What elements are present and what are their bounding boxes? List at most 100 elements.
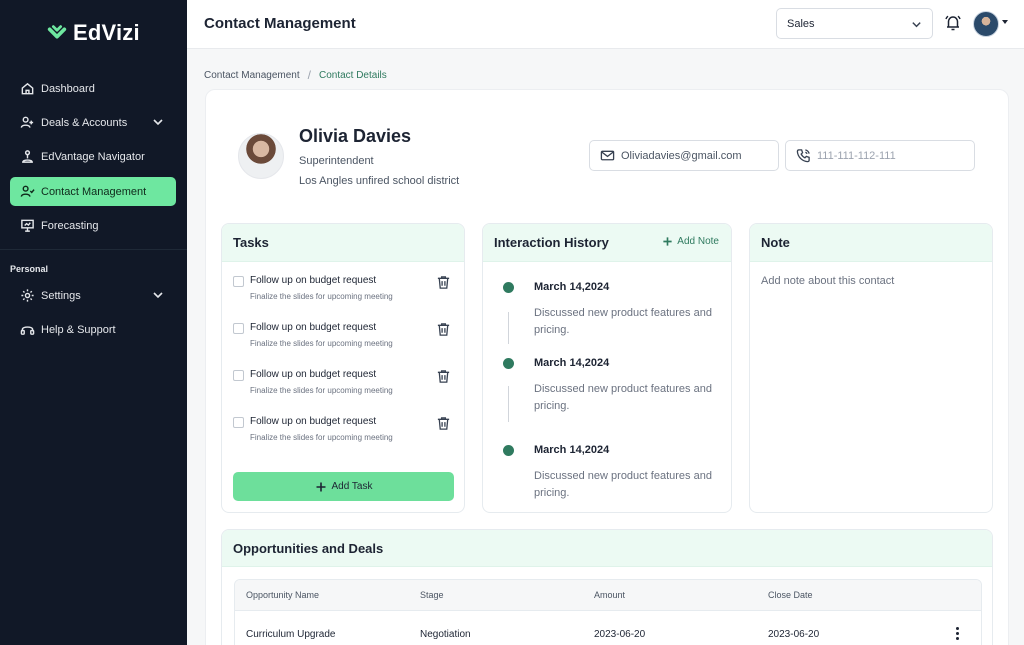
task-checkbox[interactable] <box>233 370 244 381</box>
column-header[interactable]: Amount <box>594 590 625 600</box>
sidebar-item-forecasting[interactable]: Forecasting <box>10 211 176 240</box>
opportunity-name: Curriculum Upgrade <box>246 629 336 640</box>
history-date: March 14,2024 <box>534 444 610 456</box>
logo-check-icon <box>47 25 67 39</box>
mail-icon <box>600 148 615 163</box>
sidebar-item-label: Forecasting <box>41 219 99 232</box>
more-options-icon[interactable] <box>956 627 960 641</box>
timeline-dot <box>503 445 514 456</box>
table-header: Opportunity Name Stage Amount Close Date <box>235 580 981 611</box>
timeline-dot <box>503 358 514 369</box>
timeline-line <box>508 312 509 344</box>
history-text: Discussed new product features and prici… <box>534 383 712 412</box>
bell-icon[interactable] <box>944 14 962 32</box>
contact-role: Superintendent <box>299 155 374 167</box>
column-header[interactable]: Close Date <box>768 590 813 600</box>
interaction-history-panel: Interaction History Add Note March 14,20… <box>482 223 732 513</box>
sidebar-item-dashboard[interactable]: Dashboard <box>10 74 176 103</box>
task-title: Follow up on budget request <box>250 275 377 286</box>
home-icon <box>19 81 35 97</box>
users-icon <box>19 115 35 131</box>
note-panel: Note Add note about this contact <box>749 223 993 513</box>
chevron-down-icon <box>152 116 164 128</box>
section-label-personal: Personal <box>10 264 49 274</box>
opportunity-close-date: 2023-06-20 <box>768 629 820 640</box>
sidebar-item-label: Settings <box>41 289 81 302</box>
tasks-title: Tasks <box>222 224 464 262</box>
contact-icon <box>19 184 35 200</box>
history-date: March 14,2024 <box>534 357 610 369</box>
page-title: Contact Management <box>204 15 356 32</box>
contact-avatar <box>238 133 284 179</box>
add-task-button[interactable]: Add Task <box>233 472 454 501</box>
team-select-value: Sales <box>787 17 815 30</box>
chevron-down-icon <box>152 289 164 301</box>
opportunities-table: Opportunity Name Stage Amount Close Date… <box>234 579 982 645</box>
add-note-button[interactable]: Add Note <box>662 236 719 247</box>
history-text: Discussed new product features and prici… <box>534 470 712 499</box>
sidebar-item-label: EdVantage Navigator <box>41 150 145 163</box>
history-title: Interaction History <box>494 235 609 250</box>
top-header: Contact Management Sales <box>187 0 1024 49</box>
sidebar-item-help-support[interactable]: Help & Support <box>10 315 176 344</box>
sidebar-item-deals-accounts[interactable]: Deals & Accounts <box>10 108 176 137</box>
task-description: Finalize the slides for upcoming meeting <box>250 292 393 301</box>
user-avatar[interactable] <box>973 11 999 37</box>
note-title: Note <box>750 224 992 262</box>
breadcrumb-current: Contact Details <box>318 69 387 81</box>
task-title: Follow up on budget request <box>250 416 377 427</box>
email-value: Oliviadavies@gmail.com <box>621 149 742 162</box>
brand-name: EdVizi <box>73 20 140 45</box>
brand-logo[interactable]: EdVizi <box>46 20 140 46</box>
trash-icon[interactable] <box>436 369 451 384</box>
team-select[interactable]: Sales <box>776 8 933 39</box>
sidebar-item-edvantage-navigator[interactable]: EdVantage Navigator <box>10 142 176 171</box>
phone-field[interactable]: 111-111-112-111 <box>785 140 975 171</box>
sidebar-item-label: Help & Support <box>41 323 116 336</box>
task-checkbox[interactable] <box>233 276 244 287</box>
history-header: Interaction History Add Note <box>483 224 731 262</box>
history-text: Discussed new product features and prici… <box>534 307 712 336</box>
headset-icon <box>19 322 35 338</box>
sidebar-item-label: Deals & Accounts <box>41 116 128 129</box>
task-description: Finalize the slides for upcoming meeting <box>250 339 393 348</box>
column-header[interactable]: Stage <box>420 590 444 600</box>
contact-name: Olivia Davies <box>299 126 412 146</box>
task-title: Follow up on budget request <box>250 369 377 380</box>
add-note-label: Add Note <box>677 236 719 247</box>
table-row[interactable]: Curriculum Upgrade Negotiation 2023-06-2… <box>235 611 981 645</box>
task-title: Follow up on budget request <box>250 322 377 333</box>
gear-icon <box>19 288 35 304</box>
sidebar-item-label: Contact Management <box>41 185 147 198</box>
sidebar: EdVizi Dashboard Deals & Accounts EdVant… <box>0 0 187 645</box>
task-description: Finalize the slides for upcoming meeting <box>250 433 393 442</box>
plus-icon <box>316 482 326 491</box>
navigator-icon <box>19 149 35 165</box>
tasks-panel: Tasks Follow up on budget request Finali… <box>221 223 465 513</box>
sidebar-item-contact-management[interactable]: Contact Management <box>10 177 176 206</box>
opportunities-title: Opportunities and Deals <box>222 530 992 567</box>
task-checkbox[interactable] <box>233 323 244 334</box>
phone-value: 111-111-112-111 <box>817 149 896 162</box>
opportunity-amount: 2023-06-20 <box>594 629 646 640</box>
sidebar-item-settings[interactable]: Settings <box>10 281 176 310</box>
column-header[interactable]: Opportunity Name <box>246 590 319 600</box>
task-description: Finalize the slides for upcoming meeting <box>250 386 393 395</box>
sidebar-divider <box>0 249 187 250</box>
breadcrumb: Contact Management / Contact Details <box>204 68 387 82</box>
history-date: March 14,2024 <box>534 281 610 293</box>
add-task-label: Add Task <box>331 481 373 492</box>
sidebar-item-label: Dashboard <box>41 82 95 95</box>
trash-icon[interactable] <box>436 275 451 290</box>
contact-organization: Los Angles unfired school district <box>299 175 460 187</box>
trash-icon[interactable] <box>436 322 451 337</box>
breadcrumb-separator: / <box>307 68 311 82</box>
task-checkbox[interactable] <box>233 417 244 428</box>
breadcrumb-parent[interactable]: Contact Management <box>204 70 300 81</box>
trash-icon[interactable] <box>436 416 451 431</box>
note-input[interactable]: Add note about this contact <box>761 275 894 287</box>
caret-down-icon[interactable] <box>1002 20 1008 24</box>
email-field[interactable]: Oliviadavies@gmail.com <box>589 140 779 171</box>
plus-icon <box>663 237 672 246</box>
opportunities-panel: Opportunities and Deals Opportunity Name… <box>221 529 993 645</box>
